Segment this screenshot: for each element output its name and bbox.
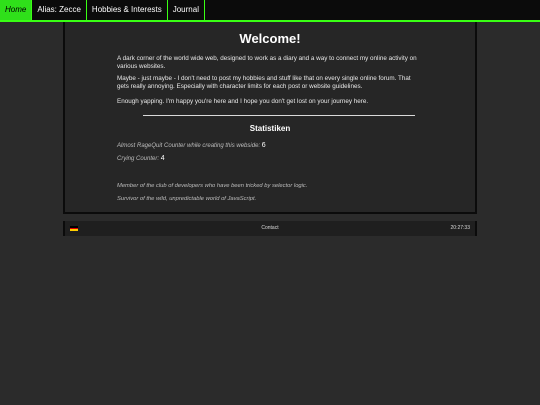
- intro-paragraph-2: Maybe - just maybe - I don't need to pos…: [117, 75, 411, 90]
- nav-hobbies[interactable]: Hobbies & Interests: [87, 0, 168, 20]
- section-divider: [143, 115, 415, 116]
- nav-home[interactable]: Home: [0, 0, 33, 20]
- stat-ragequit-value: 6: [261, 142, 266, 149]
- main-panel: Welcome! A dark corner of the world wide…: [63, 22, 477, 214]
- note-selector-logic: Member of the club of developers who hav…: [117, 183, 308, 189]
- stat-ragequit-label: Almost RageQuit Counter while creating t…: [117, 143, 261, 149]
- top-nav: Home Alias: Zecce Hobbies & Interests Jo…: [0, 0, 540, 22]
- page-title: Welcome!: [239, 31, 301, 46]
- stat-crying-value: 4: [160, 155, 165, 162]
- stat-ragequit: Almost RageQuit Counter while creating t…: [117, 142, 266, 149]
- stats-title: Statistiken: [249, 124, 291, 133]
- contact-link[interactable]: Contact: [65, 225, 475, 231]
- note-javascript: Survivor of the wild, unpredictable worl…: [117, 196, 257, 202]
- nav-alias[interactable]: Alias: Zecce: [32, 0, 87, 20]
- intro-paragraph-3: Enough yapping. I'm happy you're here an…: [117, 98, 369, 105]
- intro-paragraph-1: A dark corner of the world wide web, des…: [117, 55, 417, 70]
- clock-time: 20:27:33: [450, 225, 470, 231]
- nav-journal[interactable]: Journal: [168, 0, 205, 20]
- stat-crying-label: Crying Counter:: [117, 156, 160, 162]
- footer-bar: Contact 20:27:33: [63, 221, 477, 236]
- stat-crying: Crying Counter: 4: [117, 155, 165, 162]
